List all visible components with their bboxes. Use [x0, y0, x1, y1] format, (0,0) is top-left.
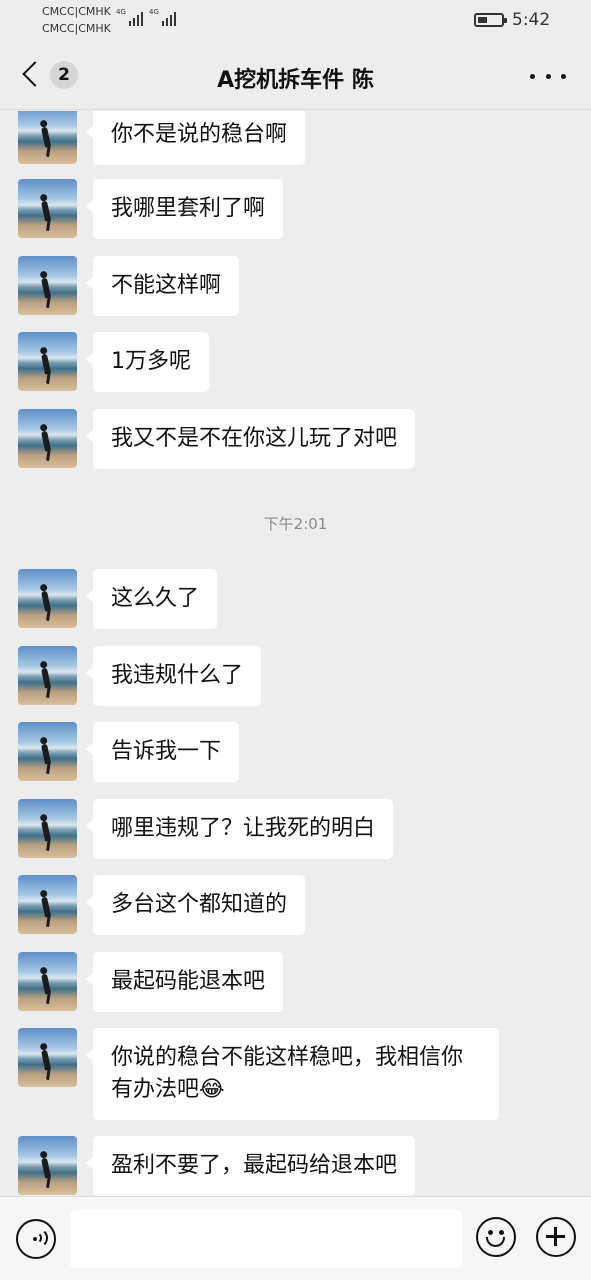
back-button[interactable]: 2 [18, 58, 88, 94]
carrier-label-2: CMCC|CMHK [42, 22, 111, 35]
message-bubble[interactable]: 我违规什么了 [85, 646, 262, 706]
chevron-left-icon [22, 61, 48, 87]
emoji-button[interactable] [476, 1217, 516, 1257]
message-input[interactable] [70, 1210, 462, 1268]
message-bubble[interactable]: 哪里违规了？让我死的明白 [85, 799, 394, 859]
avatar[interactable] [18, 799, 77, 858]
status-time: 5:42 [512, 10, 551, 30]
message-bubble[interactable]: 你说的稳台不能这样稳吧，我相信你有办法吧😂 [86, 1028, 499, 1120]
message-list[interactable]: 你不是说的稳台啊 我哪里套利了啊 不能这样啊 1万多呢 我又不是不在你这儿玩了对… [0, 111, 591, 1196]
unread-count-badge: 2 [50, 61, 78, 89]
message-composer [0, 1196, 591, 1280]
message-bubble[interactable]: 我哪里套利了啊 [85, 179, 284, 239]
avatar[interactable] [18, 1136, 77, 1195]
message-bubble[interactable]: 你不是说的稳台啊 [85, 111, 306, 165]
chat-title: A挖机拆车件 陈 [217, 68, 374, 93]
message-bubble[interactable]: 1万多呢 [86, 332, 209, 392]
battery-icon [474, 13, 507, 27]
message-bubble[interactable]: 告诉我一下 [85, 722, 240, 782]
avatar[interactable] [18, 1028, 77, 1087]
avatar[interactable] [18, 722, 77, 781]
network-type-2: 4G [149, 8, 159, 16]
time-divider: 下午2:01 [263, 515, 328, 533]
status-bar: CMCC|CMHK CMCC|CMHK 4G 4G 5:42 [0, 0, 591, 44]
carrier-label-1: CMCC|CMHK [42, 5, 111, 18]
message-bubble[interactable]: 最起码能退本吧 [85, 952, 284, 1012]
message-bubble[interactable]: 多台这个都知道的 [85, 875, 306, 935]
message-bubble[interactable]: 我又不是不在你这儿玩了对吧 [85, 409, 416, 469]
avatar[interactable] [18, 332, 77, 391]
avatar[interactable] [18, 256, 77, 315]
avatar[interactable] [18, 952, 77, 1011]
more-options-button[interactable] [530, 64, 566, 88]
signal-icon: 4G [149, 8, 176, 26]
message-bubble[interactable]: 盈利不要了，最起码给退本吧 [85, 1136, 416, 1196]
message-bubble[interactable]: 不能这样啊 [85, 256, 240, 316]
more-dots-icon [530, 73, 535, 79]
avatar[interactable] [18, 569, 77, 628]
avatar[interactable] [18, 111, 77, 164]
voice-input-button[interactable] [16, 1219, 56, 1259]
avatar[interactable] [18, 875, 77, 934]
message-bubble[interactable]: 这么久了 [85, 569, 218, 629]
chat-header: 2 A挖机拆车件 陈 [0, 44, 591, 110]
more-features-button[interactable] [536, 1217, 576, 1257]
avatar[interactable] [18, 179, 77, 238]
avatar[interactable] [18, 646, 77, 705]
avatar[interactable] [18, 409, 77, 468]
signal-icon: 4G [116, 8, 143, 26]
network-type-1: 4G [116, 8, 126, 16]
